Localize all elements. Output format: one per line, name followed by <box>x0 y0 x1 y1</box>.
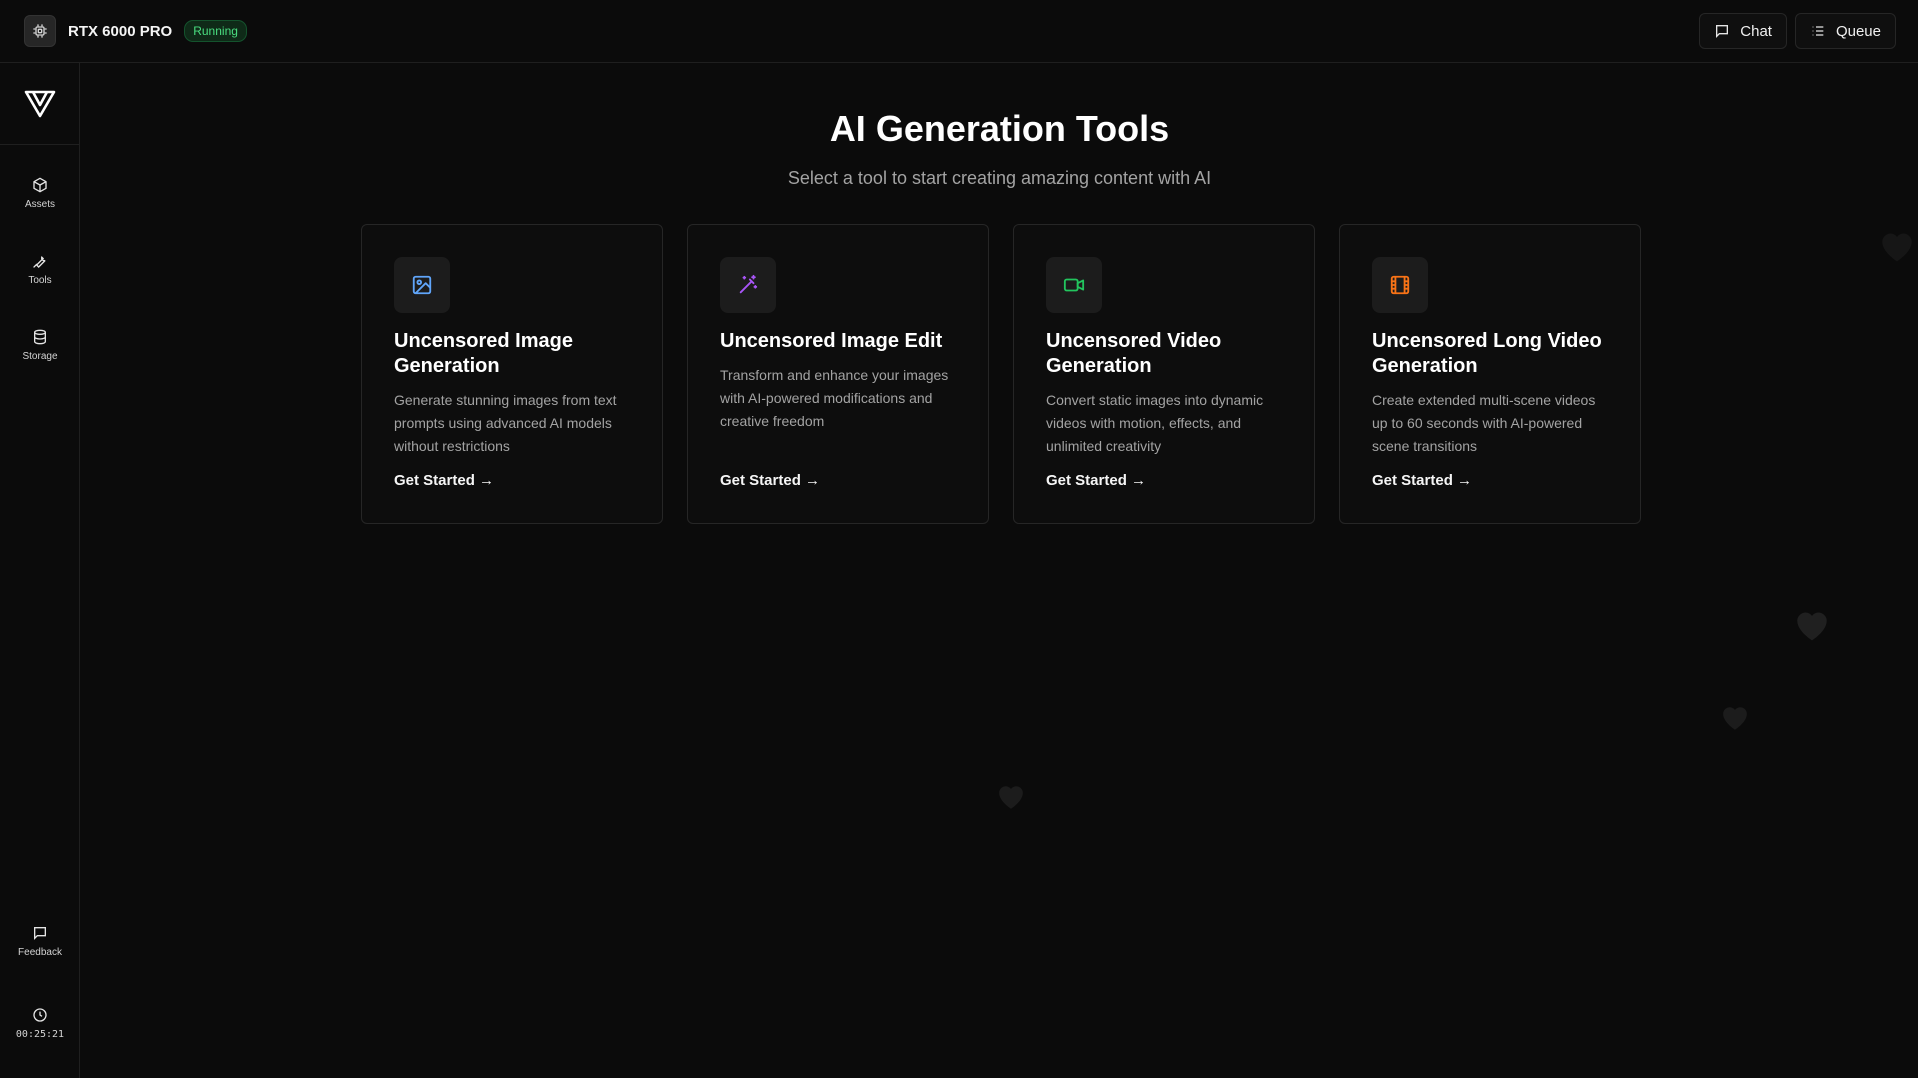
timer-value: 00:25:21 <box>15 1029 65 1040</box>
card-description: Transform and enhance your images with A… <box>720 367 949 429</box>
sidebar-item-assets[interactable]: Assets <box>0 177 80 210</box>
tool-card-long-video-generation[interactable]: Uncensored Long Video Generation Create … <box>1339 224 1641 524</box>
heart-icon <box>999 786 1023 809</box>
card-description: Create extended multi-scene videos up to… <box>1372 392 1596 454</box>
card-title: Uncensored Video Generation <box>1046 330 1222 377</box>
card-title: Uncensored Long Video Generation <box>1372 330 1602 377</box>
magic-wand-icon <box>720 257 776 313</box>
card-title: Uncensored Image Edit <box>720 330 943 352</box>
chat-icon <box>1716 25 1729 38</box>
video-icon <box>1046 257 1102 313</box>
clock-icon <box>33 1008 47 1022</box>
list-icon <box>1812 26 1824 36</box>
sidebar: Assets Tools Storage Feedback 00:25:21 <box>0 63 80 1078</box>
logo[interactable] <box>0 63 79 145</box>
main-content: AI Generation Tools Select a tool to sta… <box>81 64 1918 1078</box>
film-icon <box>1372 257 1428 313</box>
get-started-link[interactable]: Get Started → <box>394 472 494 489</box>
get-started-link[interactable]: Get Started → <box>720 472 820 489</box>
feedback-button[interactable]: Feedback <box>0 925 80 958</box>
feedback-label: Feedback <box>18 947 62 958</box>
queue-button-label: Queue <box>1835 22 1881 40</box>
wrench-icon <box>33 255 46 268</box>
tool-card-image-edit[interactable]: Uncensored Image Edit Transform and enha… <box>687 224 989 524</box>
get-started-link[interactable]: Get Started → <box>1372 472 1472 489</box>
brand-logo-icon <box>24 90 55 117</box>
cpu-icon <box>33 24 47 38</box>
tool-card-image-generation[interactable]: Uncensored Image Generation Generate stu… <box>361 224 663 524</box>
session-timer: 00:25:21 <box>0 1007 80 1040</box>
gpu-settings-button[interactable] <box>24 15 56 47</box>
heart-icon <box>1723 707 1747 730</box>
chat-button[interactable]: Chat <box>1699 13 1787 49</box>
sidebar-item-label: Storage <box>22 351 58 362</box>
tool-card-video-generation[interactable]: Uncensored Video Generation Convert stat… <box>1013 224 1315 524</box>
chat-button-label: Chat <box>1740 22 1772 40</box>
image-icon <box>394 257 450 313</box>
card-description: Convert static images into dynamic video… <box>1046 392 1264 454</box>
sidebar-item-storage[interactable]: Storage <box>0 329 80 362</box>
message-icon <box>34 927 46 940</box>
heart-icon <box>1882 233 1912 262</box>
card-title: Uncensored Image Generation <box>394 330 573 377</box>
heart-icon <box>1797 612 1827 641</box>
status-badge: Running <box>184 20 247 42</box>
gpu-name: RTX 6000 PRO <box>68 22 173 40</box>
page-title: AI Generation Tools <box>829 108 1170 149</box>
queue-button[interactable]: Queue <box>1794 13 1896 49</box>
sidebar-item-tools[interactable]: Tools <box>0 253 80 286</box>
sidebar-item-label: Tools <box>28 275 52 286</box>
sidebar-item-label: Assets <box>24 199 55 210</box>
cube-icon <box>33 177 47 193</box>
card-description: Generate stunning images from text promp… <box>394 392 617 454</box>
get-started-link[interactable]: Get Started → <box>1046 472 1146 489</box>
database-icon <box>34 329 46 345</box>
top-bar: RTX 6000 PRO Running Chat Queue <box>0 0 1918 63</box>
page-subtitle: Select a tool to start creating amazing … <box>787 168 1212 188</box>
